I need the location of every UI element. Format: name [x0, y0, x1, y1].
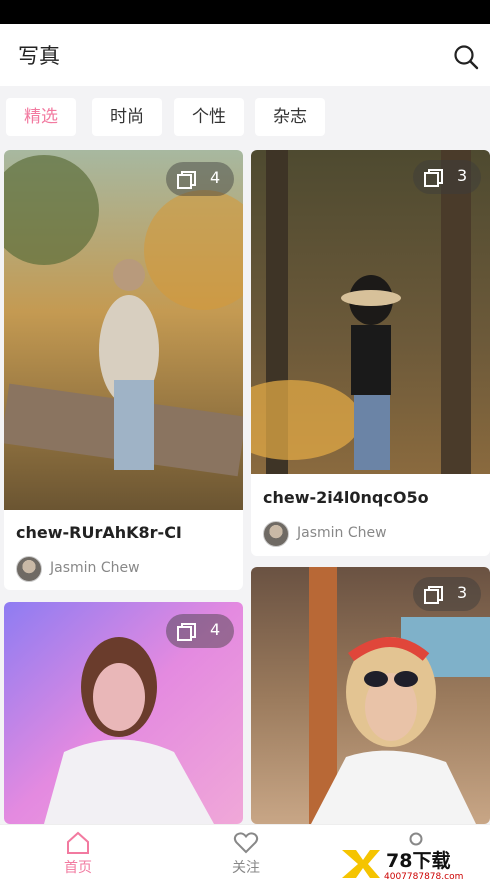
- page-title: 写真: [18, 44, 60, 68]
- category-tabs: 精选 时尚 个性 杂志: [0, 86, 490, 150]
- watermark-logo: 78下载 4007787878.com: [340, 846, 490, 882]
- photo-card[interactable]: 4 chew-RUrAhK8r-CI Jasmin Chew: [4, 150, 243, 590]
- watermark-brand: 78下载: [386, 849, 450, 872]
- tab-magazine[interactable]: 杂志: [255, 98, 325, 136]
- watermark-url: 4007787878.com: [384, 872, 463, 882]
- nav-home-label: 首页: [64, 860, 92, 876]
- top-header: 写真: [0, 24, 490, 86]
- search-icon[interactable]: [452, 43, 480, 71]
- photo-card[interactable]: 4: [4, 602, 243, 824]
- photo-card[interactable]: 3: [251, 567, 490, 824]
- author-name: Jasmin Chew: [50, 560, 140, 576]
- image-count: 4: [210, 168, 221, 187]
- image-count-badge: 4: [166, 614, 234, 648]
- image-count: 3: [457, 166, 468, 185]
- card-title: chew-RUrAhK8r-CI: [16, 523, 182, 542]
- gallery-icon: [177, 623, 196, 641]
- image-count: 4: [210, 620, 221, 639]
- gallery-icon: [424, 586, 443, 604]
- heart-icon: [233, 832, 259, 854]
- tab-personality[interactable]: 个性: [174, 98, 244, 136]
- avatar: [16, 556, 42, 582]
- tab-fashion[interactable]: 时尚: [92, 98, 162, 136]
- status-bar: [0, 0, 490, 24]
- image-count: 3: [457, 583, 468, 602]
- photo-card[interactable]: 3 chew-2i4l0nqcO5o Jasmin Chew: [251, 150, 490, 556]
- nav-follow[interactable]: 关注: [216, 831, 276, 877]
- image-count-badge: 4: [166, 162, 234, 196]
- avatar: [263, 521, 289, 547]
- photo-image: [4, 150, 243, 510]
- photo-image: [251, 150, 490, 474]
- author-name: Jasmin Chew: [297, 525, 387, 541]
- nav-follow-label: 关注: [232, 860, 260, 876]
- gallery-icon: [424, 169, 443, 187]
- image-count-badge: 3: [413, 577, 481, 611]
- image-count-badge: 3: [413, 160, 481, 194]
- tab-featured[interactable]: 精选: [6, 98, 76, 136]
- gallery-icon: [177, 171, 196, 189]
- card-title: chew-2i4l0nqcO5o: [263, 488, 429, 507]
- home-icon: [67, 831, 89, 854]
- nav-home[interactable]: 首页: [48, 831, 108, 877]
